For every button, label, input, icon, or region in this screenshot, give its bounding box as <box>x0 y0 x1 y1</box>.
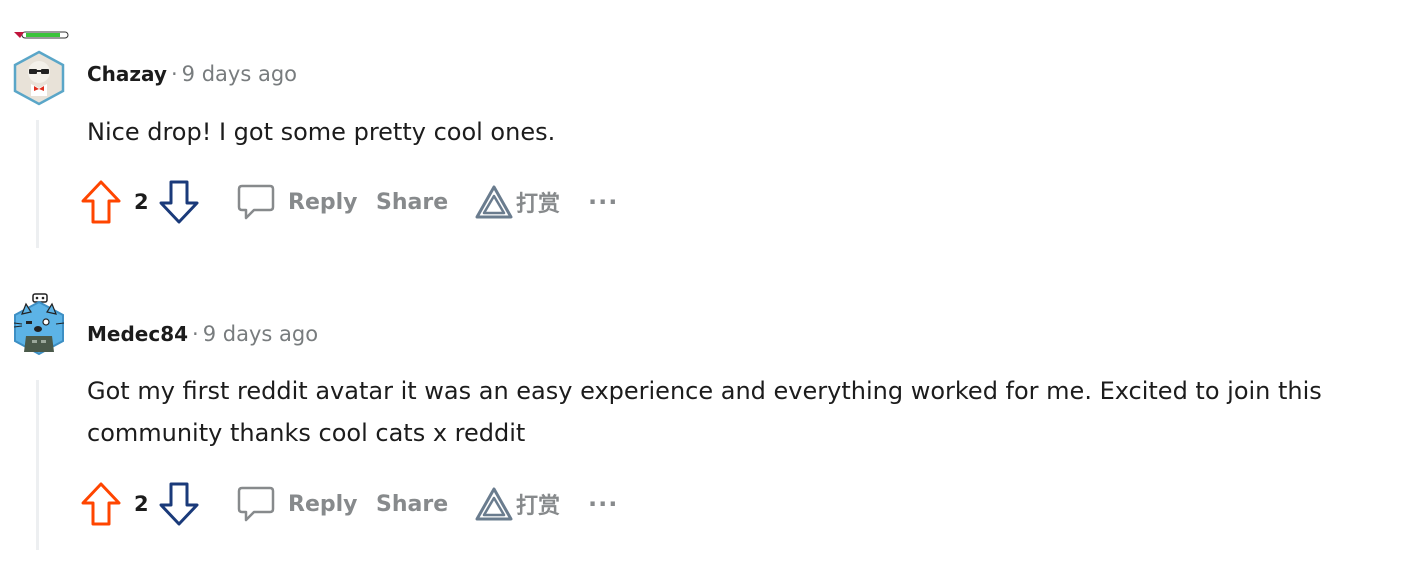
award-triangle-icon <box>475 487 513 521</box>
comment-meta: Medec84 · 9 days ago <box>87 322 318 346</box>
meta-separator: · <box>170 62 178 86</box>
comment-body: Nice drop! I got some pretty cool ones. <box>87 118 556 146</box>
thread-line[interactable] <box>36 380 39 550</box>
downvote-arrow-icon <box>159 482 199 526</box>
blue-cat-avatar-icon[interactable] <box>12 292 66 366</box>
award-button[interactable]: 打赏 <box>474 178 560 226</box>
award-label: 打赏 <box>516 494 561 519</box>
comment-actions: 2 Reply Share 打赏 ··· <box>80 178 680 226</box>
comment-bubble-icon <box>237 486 275 522</box>
upvote-arrow-icon <box>81 482 121 526</box>
reply-label: Reply <box>288 491 358 517</box>
comment-bubble-icon <box>237 184 275 220</box>
share-button[interactable]: Share <box>376 178 448 226</box>
thread-line[interactable] <box>36 120 39 248</box>
upvote-button[interactable] <box>80 480 122 528</box>
timestamp[interactable]: 9 days ago <box>203 322 318 346</box>
downvote-arrow-icon <box>159 180 199 224</box>
reply-button[interactable]: Reply <box>236 480 358 528</box>
award-label: 打赏 <box>516 192 561 217</box>
upvote-button[interactable] <box>80 178 122 226</box>
author-name[interactable]: Chazay <box>87 62 167 86</box>
downvote-button[interactable] <box>158 178 200 226</box>
meta-separator: · <box>192 322 199 346</box>
vote-count: 2 <box>134 492 149 516</box>
share-label: Share <box>376 491 449 517</box>
reply-label: Reply <box>288 189 358 215</box>
more-options-icon: ··· <box>588 188 619 216</box>
award-triangle-icon <box>475 185 513 219</box>
partial-status-bar-icon <box>14 31 69 39</box>
comment-actions: 2 Reply Share 打赏 ··· <box>80 480 680 528</box>
more-options-button[interactable]: ··· <box>588 480 618 528</box>
more-options-button[interactable]: ··· <box>588 178 618 226</box>
share-button[interactable]: Share <box>376 480 448 528</box>
downvote-button[interactable] <box>158 480 200 528</box>
comment-meta: Chazay · 9 days ago <box>87 62 297 86</box>
sunglasses-avatar-icon[interactable] <box>12 50 66 106</box>
upvote-arrow-icon <box>81 180 121 224</box>
award-button[interactable]: 打赏 <box>474 480 560 528</box>
share-label: Share <box>376 189 449 215</box>
comment-body: Got my first reddit avatar it was an eas… <box>87 377 1322 447</box>
more-options-icon: ··· <box>588 490 619 518</box>
author-name[interactable]: Medec84 <box>87 322 188 346</box>
timestamp[interactable]: 9 days ago <box>182 62 297 86</box>
reply-button[interactable]: Reply <box>236 178 358 226</box>
vote-count: 2 <box>134 190 149 214</box>
